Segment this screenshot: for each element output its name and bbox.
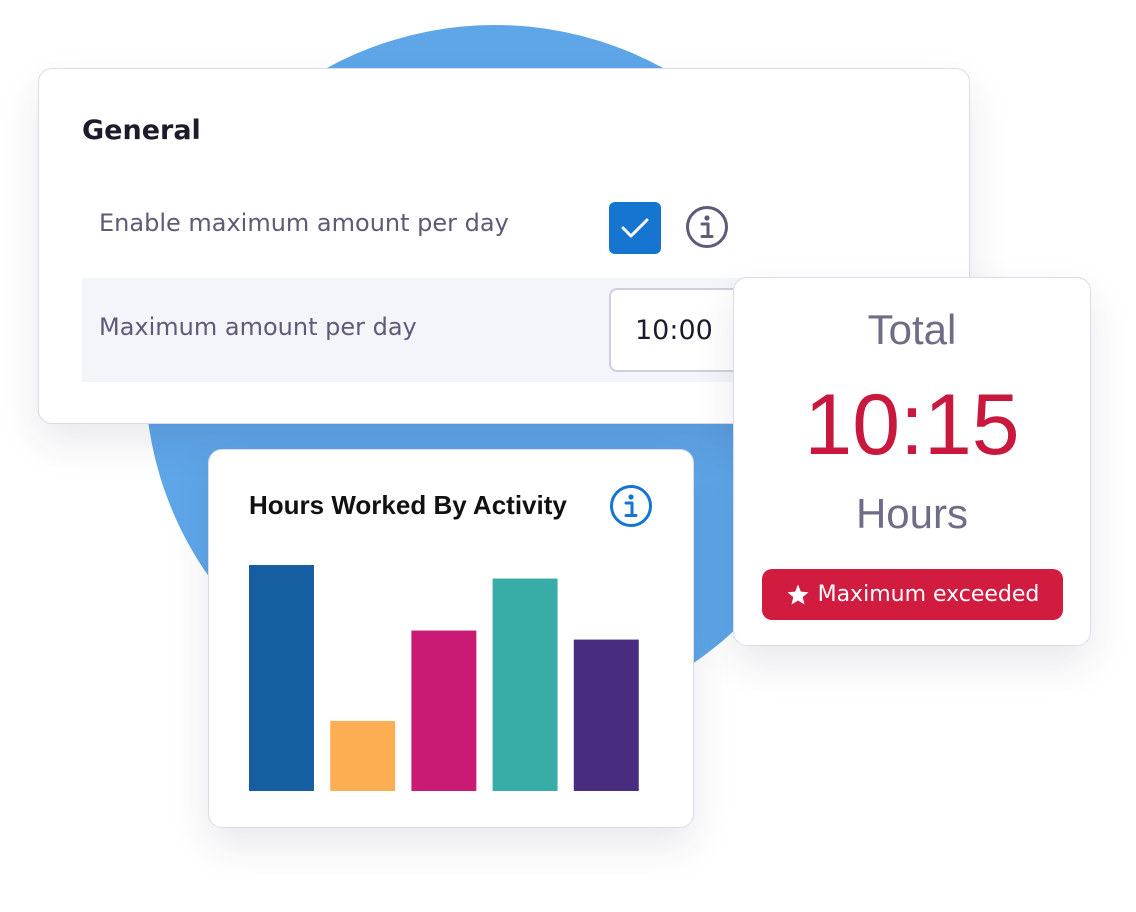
section-title: General <box>82 115 201 146</box>
maximum-exceeded-badge: Maximum exceeded <box>762 569 1063 620</box>
max-amount-label: Maximum amount per day <box>99 313 417 341</box>
enable-max-checkbox[interactable] <box>609 202 661 254</box>
total-card: Total 10:15 Hours Maximum exceeded <box>733 277 1091 646</box>
total-value: 10:15 <box>804 377 1020 473</box>
badge-text: Maximum exceeded <box>817 582 1040 607</box>
info-icon[interactable] <box>685 205 729 249</box>
chart-bar <box>249 565 314 791</box>
chart-bar <box>573 639 639 791</box>
star-icon <box>787 584 809 604</box>
chart-bar <box>330 720 396 791</box>
total-unit: Hours <box>855 490 969 537</box>
total-label: Total <box>867 306 957 353</box>
chart-bar <box>411 630 477 791</box>
max-amount-row: Maximum amount per day <box>82 278 782 382</box>
enable-max-label: Enable maximum amount per day <box>99 209 509 237</box>
checkmark-icon <box>621 218 649 238</box>
chart-bar <box>492 578 558 791</box>
bar-chart <box>249 565 639 791</box>
hours-chart-card: Hours Worked By Activity <box>208 449 694 828</box>
